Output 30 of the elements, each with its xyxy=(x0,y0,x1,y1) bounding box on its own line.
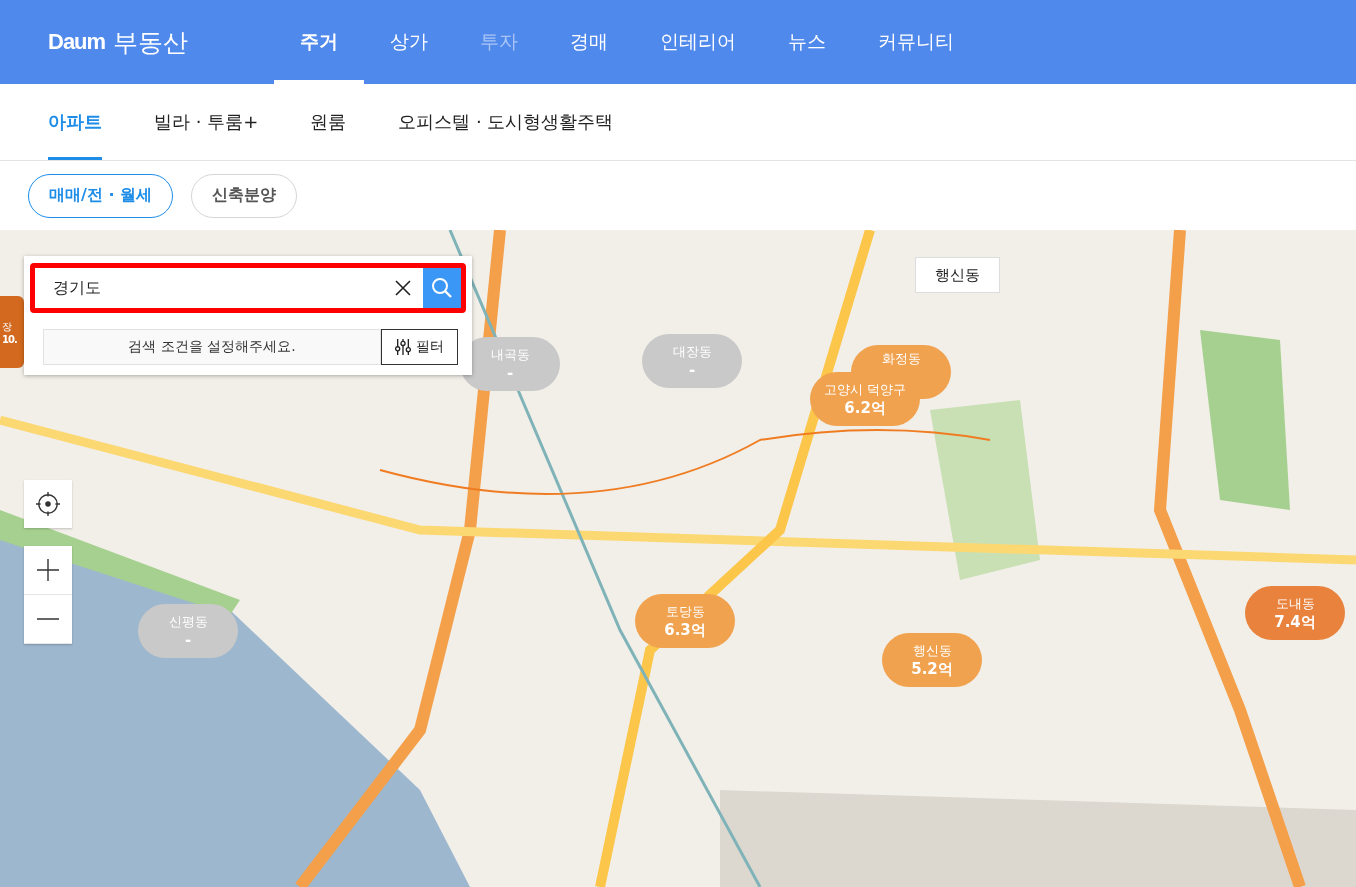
price-marker[interactable]: 행신동 5.2억 xyxy=(882,633,982,687)
search-bar[interactable]: 경기도 xyxy=(30,263,466,313)
current-location-button[interactable] xyxy=(24,480,72,528)
sub-tab[interactable]: 오피스텔 · 도시형생활주택 xyxy=(398,84,614,160)
crosshair-icon xyxy=(36,492,60,516)
filter-chip[interactable]: 매매/전 · 월세 xyxy=(28,173,174,218)
main-tab[interactable]: 뉴스 xyxy=(762,0,852,84)
search-icon xyxy=(431,277,453,299)
filter-chip[interactable]: 신축분양 xyxy=(191,173,298,218)
price-marker[interactable]: 토당동 6.3억 xyxy=(635,594,735,648)
sub-tab[interactable]: 빌라 · 투룸+ xyxy=(154,84,259,160)
price-marker[interactable]: 장 10. xyxy=(0,296,24,368)
main-tab[interactable]: 경매 xyxy=(544,0,634,84)
region-label: 행신동 xyxy=(915,257,1000,293)
logo[interactable]: Daum xyxy=(48,29,106,55)
sliders-icon xyxy=(395,338,411,356)
sub-tab[interactable]: 원룸 xyxy=(310,84,347,160)
search-condition-text[interactable]: 검색 조건을 설정해주세요. xyxy=(43,329,381,365)
filter-button[interactable]: 필터 xyxy=(381,329,458,365)
search-button[interactable] xyxy=(423,268,461,308)
zoom-in-button[interactable] xyxy=(24,546,72,595)
service-title: 부동산 xyxy=(113,26,189,59)
minus-icon xyxy=(37,617,59,621)
main-tab[interactable]: 인테리어 xyxy=(634,0,762,84)
main-tab[interactable]: 상가 xyxy=(364,0,454,84)
price-marker[interactable]: 도내동 7.4억 xyxy=(1245,586,1345,640)
plus-icon xyxy=(37,559,59,581)
main-tab[interactable]: 커뮤니티 xyxy=(852,0,980,84)
close-icon[interactable] xyxy=(395,280,411,296)
price-marker[interactable]: 고양시 덕양구 6.2억 xyxy=(810,372,921,426)
